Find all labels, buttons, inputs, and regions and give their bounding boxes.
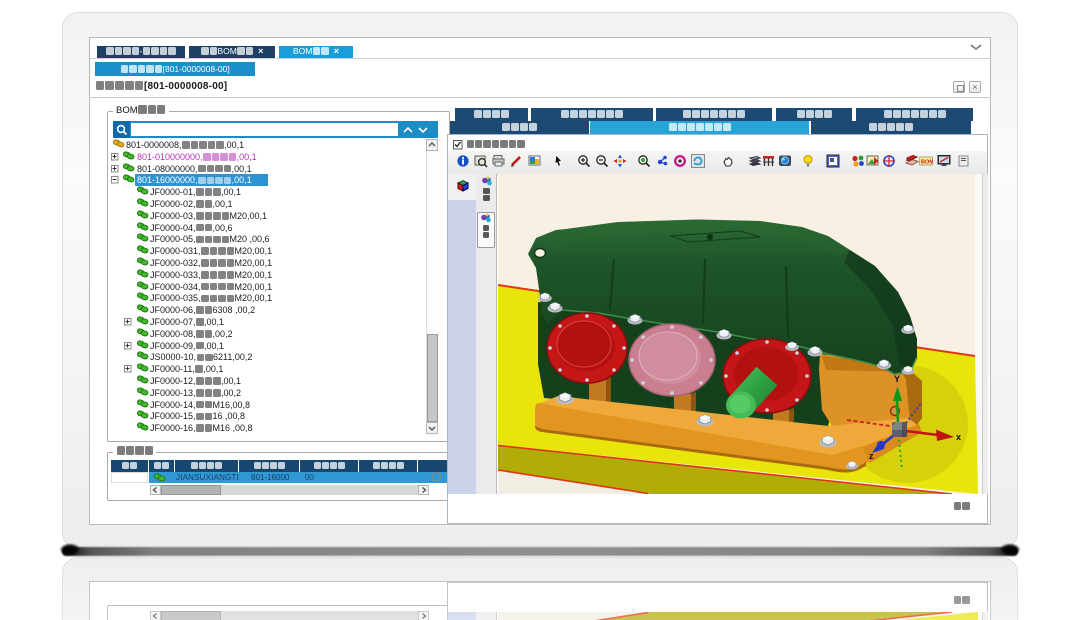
svg-text:x: x	[956, 432, 961, 442]
svg-text:BOM: BOM	[921, 160, 933, 166]
svg-text:Y: Y	[894, 374, 900, 384]
svg-text:z: z	[869, 451, 874, 461]
